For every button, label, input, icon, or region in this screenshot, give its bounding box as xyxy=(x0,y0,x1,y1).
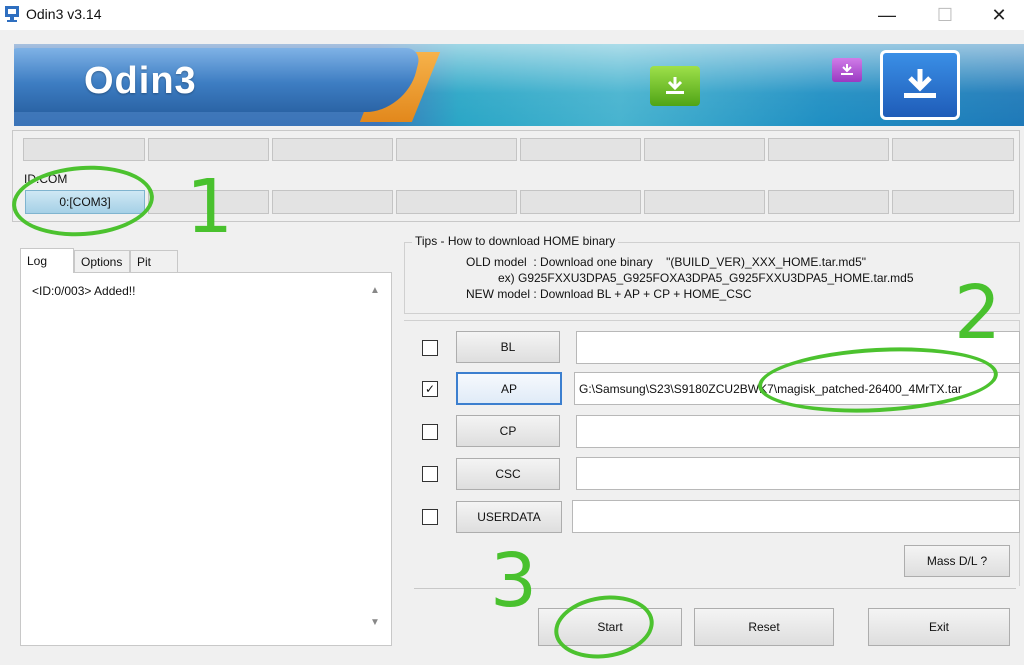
com-port-slot xyxy=(892,190,1014,214)
download-icon xyxy=(880,50,960,120)
tips-old-model: OLD model : Download one binary "(BUILD_… xyxy=(466,255,867,269)
cp-checkbox[interactable] xyxy=(422,424,438,440)
annotation-number-1: 1 xyxy=(186,164,234,250)
userdata-path-field[interactable] xyxy=(572,500,1020,533)
tips-example: ex) G925FXXU3DPA5_G925FOXA3DPA5_G925FXXU… xyxy=(498,271,914,285)
csc-path-field[interactable] xyxy=(576,457,1020,490)
download-icon xyxy=(832,58,862,82)
port-progress-slot xyxy=(644,138,765,161)
port-progress-slot xyxy=(148,138,269,161)
scroll-down-icon[interactable]: ▼ xyxy=(366,614,384,630)
minimize-button[interactable]: — xyxy=(864,0,910,30)
tips-title: Tips - How to download HOME binary xyxy=(412,234,619,248)
tab-pit[interactable]: Pit xyxy=(130,250,178,272)
reset-button[interactable]: Reset xyxy=(694,608,834,646)
csc-checkbox[interactable] xyxy=(422,466,438,482)
port-progress-slot xyxy=(768,138,889,161)
tab-log[interactable]: Log xyxy=(20,248,74,273)
port-progress-slot xyxy=(23,138,145,161)
userdata-checkbox[interactable] xyxy=(422,509,438,525)
mass-dl-button[interactable]: Mass D/L ? xyxy=(904,545,1010,577)
annotation-number-3: 3 xyxy=(490,538,538,624)
bl-checkbox[interactable] xyxy=(422,340,438,356)
port-progress-slot xyxy=(520,138,641,161)
ap-checkbox[interactable]: ✓ xyxy=(422,381,438,397)
cp-path-field[interactable] xyxy=(576,415,1020,448)
userdata-button[interactable]: USERDATA xyxy=(456,501,562,533)
maximize-button[interactable]: ☐ xyxy=(922,0,968,30)
banner-logo: Odin3 xyxy=(84,60,197,102)
com-port-slot xyxy=(396,190,517,214)
checkmark-icon: ✓ xyxy=(424,382,436,396)
download-icon xyxy=(650,66,700,106)
window-title: Odin3 v3.14 xyxy=(26,6,102,22)
tips-new-model: NEW model : Download BL + AP + CP + HOME… xyxy=(466,287,752,301)
bl-button[interactable]: BL xyxy=(456,331,560,363)
port-progress-slot xyxy=(272,138,393,161)
banner-logo-tab xyxy=(14,48,422,112)
port-progress-slot xyxy=(892,138,1014,161)
odin-banner: Odin3 xyxy=(14,44,1024,126)
com-port-slot xyxy=(272,190,393,214)
close-button[interactable]: ✕ xyxy=(976,0,1022,30)
port-progress-slot xyxy=(396,138,517,161)
ap-button[interactable]: AP xyxy=(456,372,562,405)
csc-button[interactable]: CSC xyxy=(456,458,560,490)
cp-button[interactable]: CP xyxy=(456,415,560,447)
com-port-slot xyxy=(520,190,641,214)
com-port-slot xyxy=(644,190,765,214)
log-text: <ID:0/003> Added!! xyxy=(32,284,136,298)
annotation-number-2: 2 xyxy=(954,270,1002,356)
log-scrollbar[interactable] xyxy=(366,280,384,636)
com-port-slot xyxy=(768,190,889,214)
exit-button[interactable]: Exit xyxy=(868,608,1010,646)
odin-app-icon xyxy=(5,6,19,22)
annotation-oval-start xyxy=(550,589,658,665)
tab-options[interactable]: Options xyxy=(74,250,130,272)
log-panel xyxy=(20,272,392,646)
scroll-up-icon[interactable]: ▲ xyxy=(366,282,384,298)
